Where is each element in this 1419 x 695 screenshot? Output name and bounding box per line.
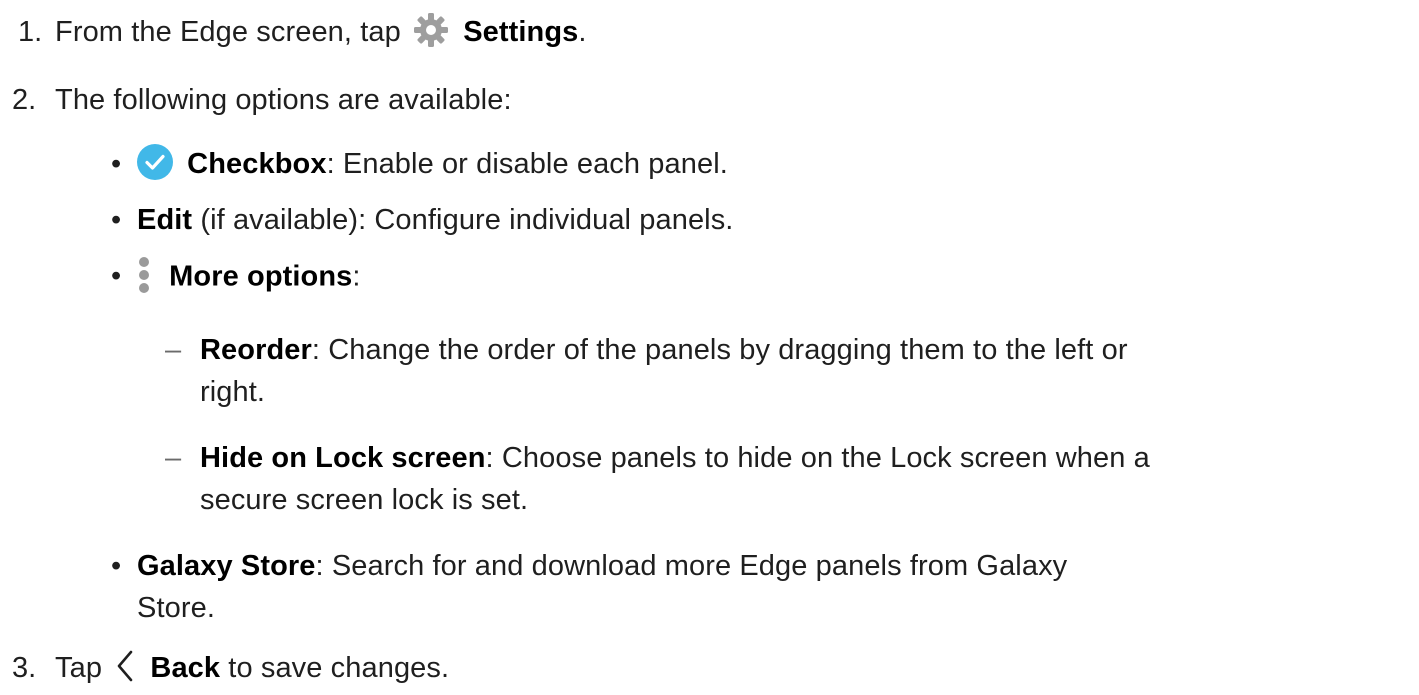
option-galaxy-store: Galaxy Store: Search for and download mo…: [137, 546, 1067, 586]
reorder-description: : Change the order of the panels by drag…: [311, 334, 1128, 366]
settings-label: Settings: [463, 16, 579, 48]
back-icon: [117, 651, 133, 682]
more-options-label: More options: [169, 260, 353, 293]
sub-option-reorder: Reorder: Change the order of the panels …: [200, 330, 1128, 370]
edit-label: Edit: [137, 204, 193, 236]
reorder-label: Reorder: [200, 334, 312, 366]
galaxy-store-label: Galaxy Store: [137, 550, 316, 582]
bullet-icon: •: [111, 260, 122, 292]
galaxy-store-line2: Store.: [137, 592, 215, 624]
step-1: From the Edge screen, tap Settings.: [55, 12, 587, 53]
step-3-text: Tap: [55, 652, 103, 684]
edit-description: (if available): Configure individual pan…: [192, 204, 734, 236]
step-3-suffix: to save changes.: [220, 652, 450, 684]
more-options-icon: [139, 257, 149, 293]
option-edit: Edit (if available): Configure individua…: [137, 200, 733, 240]
step-3-number: 3.: [12, 652, 37, 684]
hide-on-lock-screen-label: Hide on Lock screen: [200, 442, 486, 474]
option-more-options: More options:: [135, 256, 361, 300]
hide-on-lock-screen-line2: secure screen lock is set.: [200, 484, 529, 516]
dash-icon: –: [165, 442, 182, 474]
checkbox-label: Checkbox: [187, 148, 327, 180]
dash-icon: –: [165, 334, 182, 366]
step-3: Tap Back to save changes.: [55, 648, 449, 688]
gear-icon: [414, 13, 449, 48]
hide-on-lock-screen-continued: secure screen lock is set.: [200, 480, 528, 520]
step-1-period: .: [578, 16, 587, 48]
step-2: The following options are available:: [55, 80, 512, 120]
checkbox-icon: [137, 144, 173, 181]
step-2-number: 2.: [12, 84, 37, 116]
checkbox-description: : Enable or disable each panel.: [326, 148, 728, 180]
sub-option-hide-on-lock-screen: Hide on Lock screen: Choose panels to hi…: [200, 438, 1150, 478]
bullet-icon: •: [111, 148, 122, 180]
bullet-icon: •: [111, 204, 122, 236]
hide-on-lock-screen-description: : Choose panels to hide on the Lock scre…: [485, 442, 1150, 474]
galaxy-store-continued: Store.: [137, 588, 215, 628]
back-label: Back: [150, 652, 221, 684]
reorder-description-continued: right.: [200, 372, 265, 412]
option-checkbox: Checkbox: Enable or disable each panel.: [133, 144, 728, 185]
step-1-number: 1.: [18, 16, 43, 48]
step-1-text: From the Edge screen, tap: [55, 16, 401, 48]
bullet-icon: •: [111, 550, 122, 582]
galaxy-store-description: : Search for and download more Edge pane…: [315, 550, 1068, 582]
more-options-colon: :: [352, 260, 361, 293]
step-2-text: The following options are available:: [55, 84, 512, 116]
reorder-description-line2: right.: [200, 376, 266, 408]
